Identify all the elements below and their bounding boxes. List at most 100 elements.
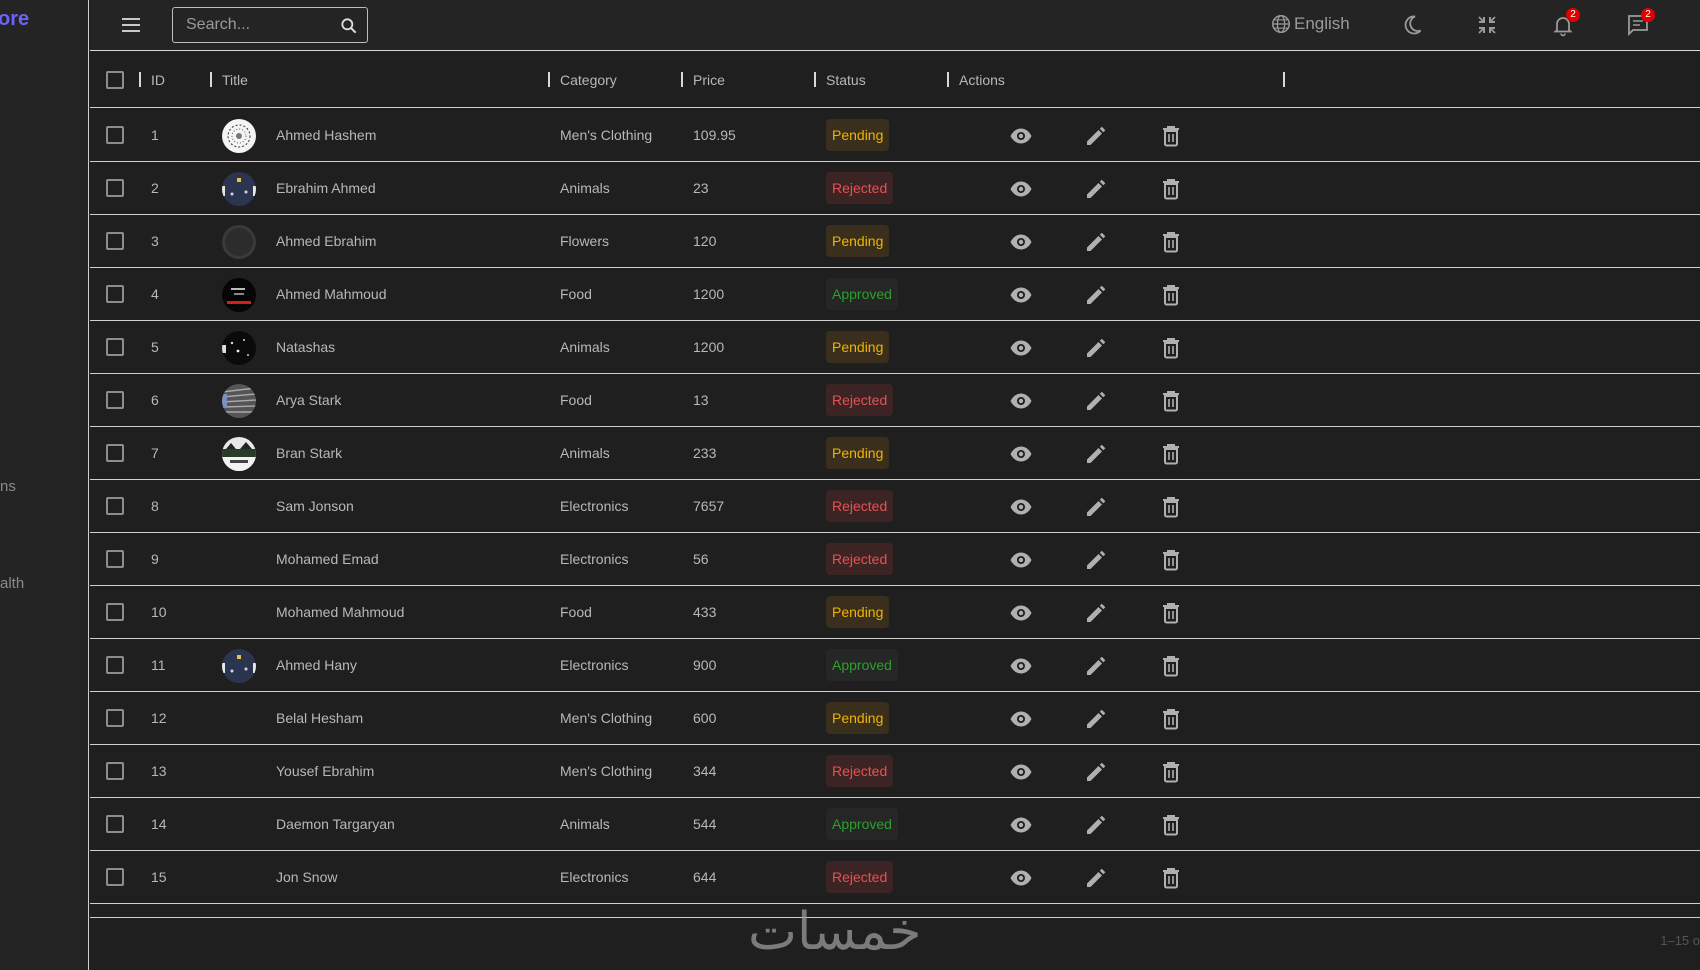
view-eye-icon[interactable]	[1009, 124, 1033, 148]
view-eye-icon[interactable]	[1009, 495, 1033, 519]
delete-trash-icon[interactable]	[1159, 707, 1183, 731]
row-checkbox[interactable]	[106, 709, 124, 727]
view-eye-icon[interactable]	[1009, 601, 1033, 625]
table-row[interactable]: 4 Ahmed Mahmoud Food 1200 Approved	[90, 268, 1700, 321]
column-header-category[interactable]: Category	[560, 72, 617, 88]
row-checkbox[interactable]	[106, 444, 124, 462]
column-separator[interactable]	[139, 72, 141, 87]
row-checkbox[interactable]	[106, 338, 124, 356]
table-row[interactable]: 8 Sam Jonson Electronics 7657 Rejected	[90, 480, 1700, 533]
delete-trash-icon[interactable]	[1159, 813, 1183, 837]
language-selector[interactable]: English	[1270, 13, 1350, 35]
table-row[interactable]: 9 Mohamed Emad Electronics 56 Rejected	[90, 533, 1700, 586]
search-input[interactable]	[174, 9, 334, 41]
row-checkbox[interactable]	[106, 656, 124, 674]
edit-pencil-icon[interactable]	[1084, 654, 1108, 678]
view-eye-icon[interactable]	[1009, 654, 1033, 678]
delete-trash-icon[interactable]	[1159, 124, 1183, 148]
delete-trash-icon[interactable]	[1159, 283, 1183, 307]
edit-pencil-icon[interactable]	[1084, 707, 1108, 731]
view-eye-icon[interactable]	[1009, 813, 1033, 837]
delete-trash-icon[interactable]	[1159, 442, 1183, 466]
notifications-button[interactable]: 2	[1551, 8, 1580, 37]
view-eye-icon[interactable]	[1009, 283, 1033, 307]
view-eye-icon[interactable]	[1009, 866, 1033, 890]
table-row[interactable]: 3 Ahmed Ebrahim Flowers 120 Pending	[90, 215, 1700, 268]
table-row[interactable]: 10 Mohamed Mahmoud Food 433 Pending	[90, 586, 1700, 639]
row-checkbox[interactable]	[106, 232, 124, 250]
row-checkbox[interactable]	[106, 815, 124, 833]
delete-trash-icon[interactable]	[1159, 866, 1183, 890]
cell-id: 6	[151, 392, 159, 408]
delete-trash-icon[interactable]	[1159, 601, 1183, 625]
table-row[interactable]: 12 Belal Hesham Men's Clothing 600 Pending	[90, 692, 1700, 745]
dark-mode-icon[interactable]	[1400, 13, 1424, 37]
view-eye-icon[interactable]	[1009, 442, 1033, 466]
messages-button[interactable]: 2	[1626, 8, 1655, 37]
edit-pencil-icon[interactable]	[1084, 866, 1108, 890]
view-eye-icon[interactable]	[1009, 548, 1033, 572]
sidebar-item-label[interactable]: alth	[0, 575, 24, 592]
column-header-id[interactable]: ID	[151, 72, 165, 88]
column-separator[interactable]	[210, 72, 212, 87]
row-checkbox[interactable]	[106, 497, 124, 515]
view-eye-icon[interactable]	[1009, 707, 1033, 731]
exit-fullscreen-icon[interactable]	[1475, 13, 1499, 37]
delete-trash-icon[interactable]	[1159, 760, 1183, 784]
row-checkbox[interactable]	[106, 126, 124, 144]
column-separator[interactable]	[814, 72, 816, 87]
delete-trash-icon[interactable]	[1159, 230, 1183, 254]
view-eye-icon[interactable]	[1009, 336, 1033, 360]
row-checkbox[interactable]	[106, 391, 124, 409]
row-checkbox[interactable]	[106, 603, 124, 621]
table-row[interactable]: 7 Bran Stark Animals 233 Pending	[90, 427, 1700, 480]
table-row[interactable]: 2 Ebrahim Ahmed Animals 23 Rejected	[90, 162, 1700, 215]
row-checkbox[interactable]	[106, 550, 124, 568]
column-separator[interactable]	[548, 72, 550, 87]
table-row[interactable]: 15 Jon Snow Electronics 644 Rejected	[90, 851, 1700, 904]
view-eye-icon[interactable]	[1009, 389, 1033, 413]
edit-pencil-icon[interactable]	[1084, 177, 1108, 201]
delete-trash-icon[interactable]	[1159, 336, 1183, 360]
delete-trash-icon[interactable]	[1159, 654, 1183, 678]
edit-pencil-icon[interactable]	[1084, 495, 1108, 519]
row-checkbox[interactable]	[106, 179, 124, 197]
edit-pencil-icon[interactable]	[1084, 283, 1108, 307]
column-header-status[interactable]: Status	[826, 72, 866, 88]
brand-logo-text[interactable]: ore	[0, 8, 29, 31]
view-eye-icon[interactable]	[1009, 230, 1033, 254]
row-checkbox[interactable]	[106, 868, 124, 886]
sidebar-item-label[interactable]: ns	[0, 478, 16, 495]
table-row[interactable]: 1 Ahmed Hashem Men's Clothing 109.95 Pending	[90, 109, 1700, 162]
delete-trash-icon[interactable]	[1159, 389, 1183, 413]
table-row[interactable]: 11 Ahmed Hany Electronics 900 Approved	[90, 639, 1700, 692]
row-checkbox[interactable]	[106, 762, 124, 780]
edit-pencil-icon[interactable]	[1084, 389, 1108, 413]
column-separator[interactable]	[1283, 72, 1285, 87]
table-row[interactable]: 14 Daemon Targaryan Animals 544 Approved	[90, 798, 1700, 851]
edit-pencil-icon[interactable]	[1084, 601, 1108, 625]
edit-pencil-icon[interactable]	[1084, 230, 1108, 254]
edit-pencil-icon[interactable]	[1084, 760, 1108, 784]
table-row[interactable]: 5 Natashas Animals 1200 Pending	[90, 321, 1700, 374]
column-separator[interactable]	[947, 72, 949, 87]
edit-pencil-icon[interactable]	[1084, 336, 1108, 360]
edit-pencil-icon[interactable]	[1084, 442, 1108, 466]
column-header-title[interactable]: Title	[222, 72, 248, 88]
table-row[interactable]: 13 Yousef Ebrahim Men's Clothing 344 Rejecte…	[90, 745, 1700, 798]
delete-trash-icon[interactable]	[1159, 495, 1183, 519]
search-icon[interactable]	[339, 16, 359, 36]
view-eye-icon[interactable]	[1009, 760, 1033, 784]
column-header-price[interactable]: Price	[693, 72, 725, 88]
menu-toggle-button[interactable]	[119, 14, 143, 38]
edit-pencil-icon[interactable]	[1084, 813, 1108, 837]
delete-trash-icon[interactable]	[1159, 548, 1183, 572]
select-all-checkbox[interactable]	[106, 71, 124, 89]
row-checkbox[interactable]	[106, 285, 124, 303]
edit-pencil-icon[interactable]	[1084, 124, 1108, 148]
table-row[interactable]: 6 Arya Stark Food 13 Rejected	[90, 374, 1700, 427]
edit-pencil-icon[interactable]	[1084, 548, 1108, 572]
column-separator[interactable]	[681, 72, 683, 87]
delete-trash-icon[interactable]	[1159, 177, 1183, 201]
view-eye-icon[interactable]	[1009, 177, 1033, 201]
